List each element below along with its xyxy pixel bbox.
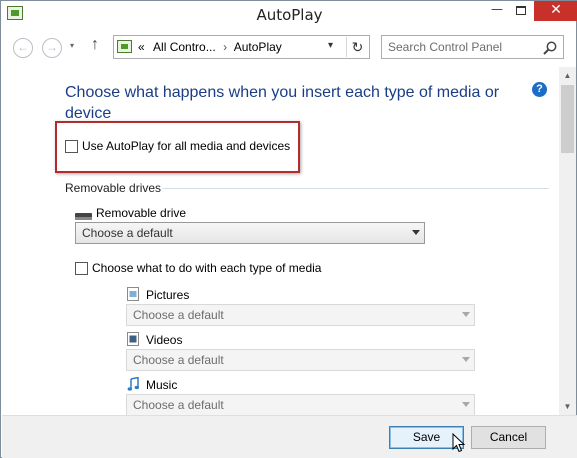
cancel-button[interactable]: Cancel	[471, 426, 546, 449]
chevron-down-icon	[462, 312, 470, 317]
forward-button[interactable]: →	[42, 38, 62, 58]
scrollbar-thumb[interactable]	[561, 85, 574, 153]
pictures-icon	[127, 287, 139, 301]
chevron-down-icon	[462, 357, 470, 362]
music-label: Music	[146, 378, 178, 392]
recent-locations-chevron-down-icon[interactable]: ▾	[70, 41, 74, 50]
dialog-footer: Save Cancel	[2, 415, 577, 458]
music-icon	[127, 377, 139, 391]
videos-select-value: Choose a default	[133, 353, 224, 367]
section-divider	[162, 188, 549, 189]
search-input[interactable]	[388, 39, 538, 55]
help-icon[interactable]: ?	[532, 82, 547, 97]
removable-drive-select[interactable]: Choose a default	[75, 222, 425, 244]
address-bar[interactable]: « All Contro... › AutoPlay ▾ ↻	[113, 35, 370, 59]
chevron-down-icon	[412, 230, 420, 235]
scroll-up-icon[interactable]: ▲	[559, 67, 576, 84]
pictures-label: Pictures	[146, 288, 190, 302]
minimize-button[interactable]: —	[485, 1, 509, 21]
videos-label: Videos	[146, 333, 183, 347]
breadcrumb-all-control-panel[interactable]: All Contro...	[153, 40, 216, 54]
refresh-button[interactable]: ↻	[346, 37, 368, 57]
videos-select[interactable]: Choose a default	[126, 349, 475, 371]
removable-drive-icon	[75, 213, 92, 220]
use-autoplay-label[interactable]: Use AutoPlay for all media and devices	[82, 139, 290, 153]
autoplay-window: AutoPlay — ✕ ← → ▾ ↑ « All Contro... › A…	[0, 0, 577, 458]
chevron-down-icon	[462, 402, 470, 407]
breadcrumb-overflow-icon[interactable]: «	[138, 40, 145, 54]
videos-icon	[127, 332, 139, 346]
each-media-type-label[interactable]: Choose what to do with each type of medi…	[92, 261, 321, 275]
breadcrumb-separator-icon[interactable]: ›	[219, 40, 231, 54]
removable-drive-select-value: Choose a default	[82, 226, 173, 240]
music-select[interactable]: Choose a default	[126, 394, 475, 415]
pictures-select-value: Choose a default	[133, 308, 224, 322]
content-pane: Choose what happens when you insert each…	[2, 67, 559, 415]
maximize-button[interactable]	[509, 1, 533, 21]
arrow-up-icon: ↑	[91, 36, 99, 53]
removable-drive-label: Removable drive	[96, 206, 187, 220]
music-select-value: Choose a default	[133, 398, 224, 412]
title-bar: AutoPlay — ✕	[1, 1, 577, 27]
refresh-icon: ↻	[351, 39, 364, 55]
control-panel-icon	[117, 40, 132, 53]
close-button[interactable]: ✕	[534, 1, 577, 21]
arrow-left-icon: ←	[17, 40, 29, 54]
arrow-right-icon: →	[46, 40, 58, 54]
navigation-bar: ← → ▾ ↑ « All Contro... › AutoPlay ▾ ↻	[1, 27, 577, 67]
breadcrumb-autoplay[interactable]: AutoPlay	[234, 40, 282, 54]
pictures-select[interactable]: Choose a default	[126, 304, 475, 326]
each-media-type-checkbox[interactable]	[75, 262, 88, 275]
scroll-down-icon[interactable]: ▼	[559, 398, 576, 415]
up-button[interactable]: ↑	[91, 36, 99, 54]
maximize-icon	[516, 6, 526, 15]
mouse-pointer-icon	[452, 433, 466, 453]
use-autoplay-checkbox[interactable]	[65, 140, 78, 153]
search-icon[interactable]	[542, 40, 558, 56]
vertical-scrollbar[interactable]: ▲ ▼	[559, 67, 576, 415]
address-dropdown-chevron-down-icon[interactable]: ▾	[328, 40, 333, 51]
breadcrumb: « All Contro... › AutoPlay	[138, 40, 282, 54]
search-box[interactable]	[381, 35, 564, 59]
page-heading: Choose what happens when you insert each…	[65, 84, 500, 122]
back-button[interactable]: ←	[13, 38, 33, 58]
removable-drives-section-label: Removable drives	[65, 181, 162, 195]
